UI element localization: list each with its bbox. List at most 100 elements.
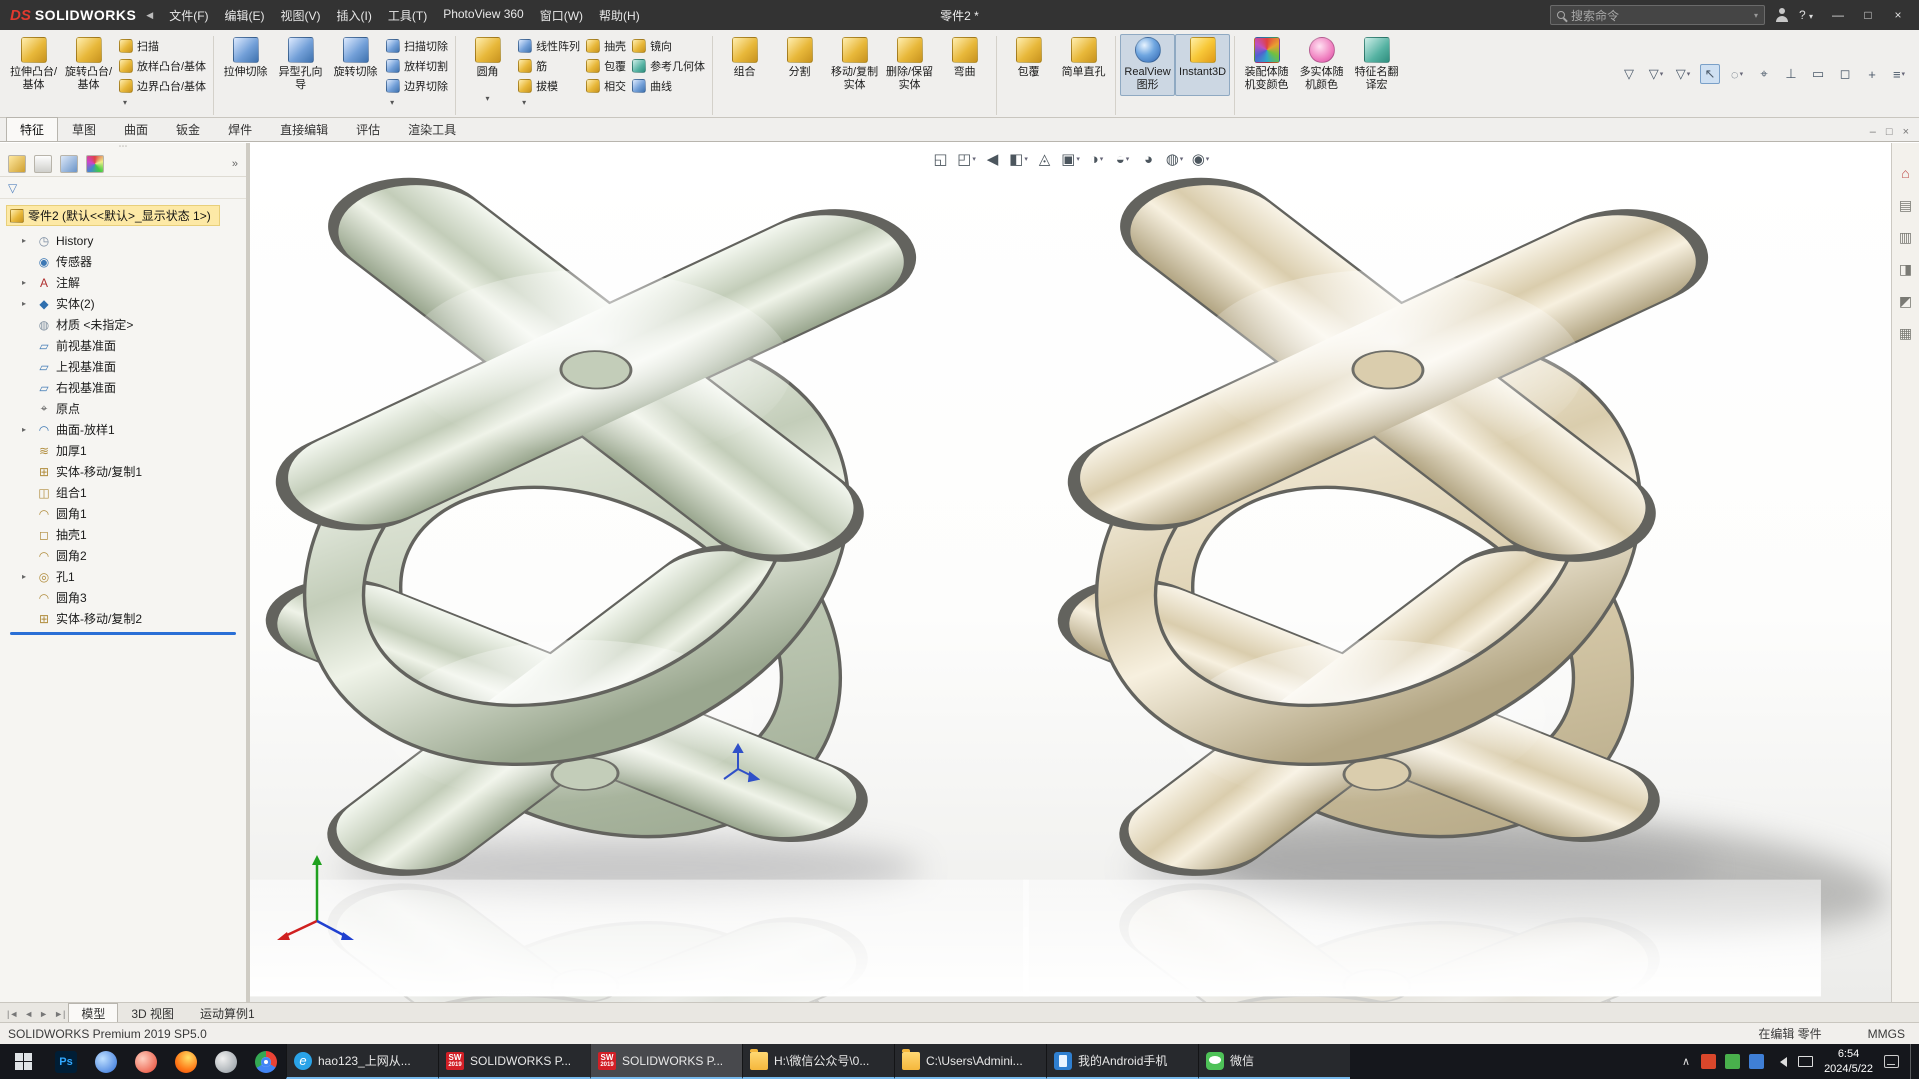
linear-pattern-button[interactable]: 线性阵列 — [518, 37, 580, 54]
rib-button[interactable]: 筋 — [518, 57, 580, 74]
view-settings-button[interactable]: ◉ ▾ — [1190, 147, 1212, 171]
folder-wechat-official-task-button[interactable]: H:\微信公众号\0... — [742, 1044, 894, 1079]
tab-钣金[interactable]: 钣金 — [162, 117, 214, 141]
tree-item-sensors[interactable]: ◉ 传感器 — [4, 251, 246, 272]
custom-properties-icon[interactable]: ▦ — [1896, 323, 1916, 343]
view-palette-icon[interactable]: ◨ — [1896, 259, 1916, 279]
assembly-random-color-button[interactable]: 装配体随机变颜色 — [1239, 34, 1294, 96]
win-restore-button[interactable]: □ — [1853, 2, 1883, 28]
hole-wizard-button[interactable]: 异型孔向导 — [273, 34, 328, 96]
tree-root-row[interactable]: 零件2 (默认<<默认>_显示状态 1>) — [6, 205, 246, 226]
tree-item-history[interactable]: ▸ ◷ History — [4, 230, 246, 251]
tab-渲染工具[interactable]: 渲染工具 — [394, 117, 470, 141]
menu-item-2[interactable]: 视图(V) — [273, 3, 329, 28]
select-cursor-icon[interactable]: ↖ — [1700, 64, 1720, 84]
folder-users-admin-task-button[interactable]: C:\Users\Admini... — [894, 1044, 1046, 1079]
revolved-cut-button[interactable]: 旋转切除 — [328, 34, 383, 96]
doc-minimize-icon[interactable]: ‒ — [1870, 126, 1876, 138]
app-blue-taskbar-icon[interactable] — [86, 1044, 126, 1079]
flex-button[interactable]: 弯曲 — [937, 34, 992, 96]
stack-caret-icon[interactable]: ▾ — [518, 98, 580, 107]
bottom-tab-运动算例1[interactable]: 运动算例1 — [187, 1003, 268, 1022]
android-phone-task-button[interactable]: 我的Android手机 — [1046, 1044, 1198, 1079]
display-style-button[interactable]: ◑ ▾ — [1086, 147, 1108, 171]
chrome-taskbar-icon[interactable] — [246, 1044, 286, 1079]
tree-filter-row[interactable]: ▽ — [0, 177, 246, 199]
tray-app-icon-0[interactable] — [1701, 1054, 1717, 1069]
model-right[interactable] — [1062, 175, 1889, 983]
tab-焊件[interactable]: 焊件 — [214, 117, 266, 141]
tab-nav-icon[interactable]: ◄ — [21, 1009, 36, 1019]
menu-item-0[interactable]: 文件(F) — [161, 3, 216, 28]
lofted-cut-button[interactable]: 放样切割 — [386, 57, 448, 74]
tab-草图[interactable]: 草图 — [58, 117, 110, 141]
search-input[interactable]: 搜索命令 ▾ — [1549, 5, 1765, 25]
dynamic-annotation-button[interactable]: ◬ — [1034, 147, 1056, 171]
menu-pin-icon[interactable]: ◀ — [146, 10, 153, 21]
tab-直接编辑[interactable]: 直接编辑 — [266, 117, 342, 141]
property-manager-tab[interactable] — [34, 154, 52, 173]
swept-cut-button[interactable]: 扫描切除 — [386, 37, 448, 54]
filter-edges-icon[interactable]: ▽ ▾ — [1646, 64, 1666, 84]
tree-item-material[interactable]: ◍ 材质 <未指定> — [4, 314, 246, 335]
boundary-cut-button[interactable]: 边界切除 — [386, 77, 448, 94]
doc-restore-icon[interactable]: □ — [1886, 126, 1893, 138]
filter-funnel-icon[interactable]: ▽ — [1619, 64, 1639, 84]
expand-arrow-icon[interactable]: ▸ — [22, 299, 32, 308]
shell-button[interactable]: 抽壳 — [586, 37, 626, 54]
tree-item-shell1[interactable]: ◻ 抽壳1 — [4, 524, 246, 545]
combine-button[interactable]: 组合 — [717, 34, 772, 96]
rollback-bar[interactable] — [10, 632, 236, 635]
view-orientation-button[interactable]: ▣ ▾ — [1060, 147, 1082, 171]
expand-arrow-icon[interactable]: ▸ — [22, 572, 32, 581]
previous-view-button[interactable]: ◀ — [982, 147, 1004, 171]
app-gray-taskbar-icon[interactable] — [206, 1044, 246, 1079]
doc-close-icon[interactable]: × — [1903, 126, 1909, 138]
start-button[interactable] — [0, 1044, 46, 1079]
simple-hole-button[interactable]: 简单直孔 — [1056, 34, 1111, 96]
design-library-icon[interactable]: ▤ — [1896, 195, 1916, 215]
tree-item-right-plane[interactable]: ▱ 右视基准面 — [4, 377, 246, 398]
revolved-boss-button[interactable]: 旋转凸台/基体 — [61, 34, 116, 96]
snap-perpendicular-icon[interactable]: ⊥ — [1781, 64, 1801, 84]
measure-tool-icon[interactable]: + — [1862, 64, 1882, 84]
wrap-button[interactable]: 包覆 — [586, 57, 626, 74]
user-account-icon[interactable] — [1775, 8, 1789, 22]
multibody-random-color-button[interactable]: 多实体随机颜色 — [1294, 34, 1349, 96]
photoshop-taskbar-icon[interactable]: Ps — [46, 1044, 86, 1079]
tray-app-icon-2[interactable] — [1749, 1054, 1765, 1069]
browser-hao123-task-button[interactable]: e hao123_上网从... — [286, 1044, 438, 1079]
more-tools-icon[interactable]: ≡ ▾ — [1889, 64, 1909, 84]
menu-item-3[interactable]: 插入(I) — [329, 3, 380, 28]
bottom-tab-3D 视图[interactable]: 3D 视图 — [118, 1003, 187, 1022]
app-red-taskbar-icon[interactable] — [126, 1044, 166, 1079]
plane-tool-icon[interactable]: ▭ — [1808, 64, 1828, 84]
tree-item-fillet2[interactable]: ◠ 圆角2 — [4, 545, 246, 566]
section-view-button[interactable]: ◧ ▾ — [1008, 147, 1030, 171]
tree-item-solid-bodies[interactable]: ▸ ◆ 实体(2) — [4, 293, 246, 314]
stack-caret-icon[interactable]: ▾ — [386, 98, 448, 107]
split-button[interactable]: 分割 — [772, 34, 827, 96]
tab-曲面[interactable]: 曲面 — [110, 117, 162, 141]
display-manager-tab[interactable] — [86, 154, 104, 173]
wechat-task-button[interactable]: 微信 — [1198, 1044, 1350, 1079]
extruded-boss-button[interactable]: 拉伸凸台/基体 — [6, 34, 61, 96]
bottom-tab-模型[interactable]: 模型 — [68, 1003, 119, 1022]
help-button[interactable]: ? ▾ — [1799, 8, 1813, 22]
panel-grip[interactable]: ⋯ — [0, 143, 246, 151]
boundary-boss-button[interactable]: 边界凸台/基体 — [119, 77, 206, 94]
zoom-area-button[interactable]: ◰ ▾ — [956, 147, 978, 171]
tray-app-icon-1[interactable] — [1725, 1054, 1741, 1069]
menu-item-7[interactable]: 帮助(H) — [591, 3, 648, 28]
realview-graphics-button[interactable]: RealView图形 — [1120, 34, 1176, 96]
panel-expand-icon[interactable]: » — [232, 158, 238, 170]
feature-manager-tab[interactable] — [8, 154, 26, 173]
resources-icon[interactable]: ⌂ — [1896, 163, 1916, 183]
swept-boss-button[interactable]: 扫描 — [119, 37, 206, 54]
tab-nav-icon[interactable]: ► — [36, 1009, 51, 1019]
fillet-button[interactable]: 圆角 ▾ — [460, 34, 515, 106]
menu-item-6[interactable]: 窗口(W) — [532, 3, 591, 28]
win-minimize-button[interactable]: — — [1823, 2, 1853, 28]
tree-item-origin[interactable]: ⌖ 原点 — [4, 398, 246, 419]
tree-item-body-move-copy1[interactable]: ⊞ 实体-移动/复制1 — [4, 461, 246, 482]
